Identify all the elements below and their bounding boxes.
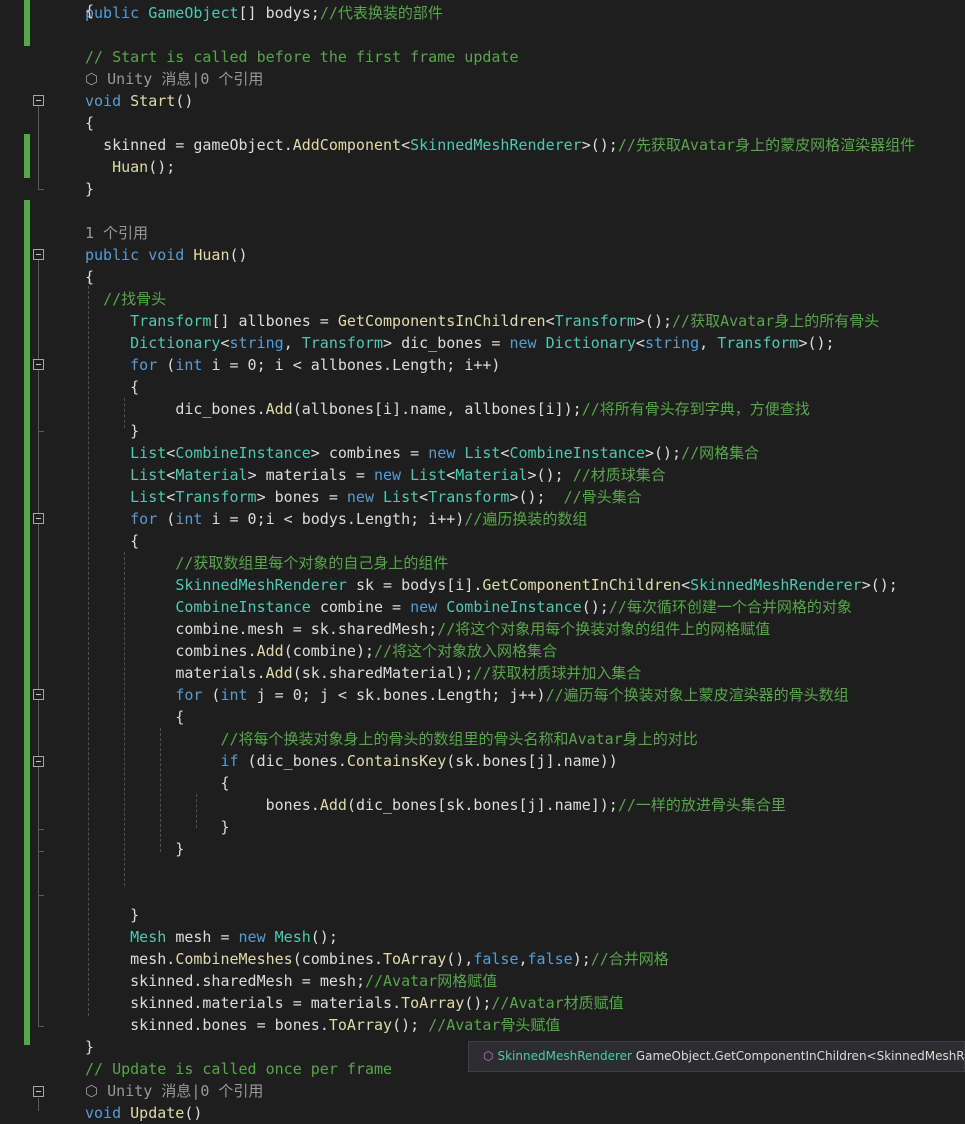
code-line[interactable]: List<CombineInstance> combines = new Lis… xyxy=(85,442,759,464)
code-line[interactable]: } xyxy=(85,838,184,860)
fold-line xyxy=(38,1098,39,1111)
code-line[interactable]: List<Transform> bones = new List<Transfo… xyxy=(85,486,642,508)
collapse-icon[interactable] xyxy=(33,1086,44,1097)
quickinfo-tooltip: ⬡ SkinnedMeshRenderer GameObject.GetCompo… xyxy=(468,1041,965,1072)
fold-end xyxy=(38,189,44,190)
fold-end xyxy=(38,895,44,896)
code-line[interactable]: skinned = gameObject.AddComponent<Skinne… xyxy=(85,134,915,156)
code-line[interactable]: { xyxy=(85,0,94,22)
code-line[interactable]: // Start is called before the first fram… xyxy=(85,46,518,68)
code-line[interactable]: Huan(); xyxy=(85,156,175,178)
code-line[interactable]: } xyxy=(85,904,139,926)
code-line[interactable]: ⬡ Unity 消息|0 个引用 xyxy=(85,68,263,90)
code-line[interactable]: dic_bones.Add(allbones[i].name, allbones… xyxy=(85,398,809,420)
collapse-icon[interactable] xyxy=(33,249,44,260)
code-line[interactable]: { xyxy=(85,112,94,134)
tooltip-member: GameObject.GetComponentInChildren<Skinne… xyxy=(635,1049,965,1063)
code-line[interactable]: { xyxy=(85,376,139,398)
code-line[interactable]: for (int i = 0; i < allbones.Length; i++… xyxy=(85,354,500,376)
code-line[interactable]: Mesh mesh = new Mesh(); xyxy=(85,926,338,948)
code-line[interactable]: combine.mesh = sk.sharedMesh;//将这个对象用每个换… xyxy=(85,618,770,640)
code-line[interactable]: { xyxy=(85,706,184,728)
code-line[interactable]: } xyxy=(85,178,94,200)
code-line[interactable]: skinned.materials = materials.ToArray();… xyxy=(85,992,624,1014)
code-line[interactable]: SkinnedMeshRenderer sk = bodys[i].GetCom… xyxy=(85,574,898,596)
code-line[interactable]: //找骨头 xyxy=(85,288,166,310)
fold-end xyxy=(38,1026,44,1027)
collapse-icon[interactable] xyxy=(33,95,44,106)
collapse-icon[interactable] xyxy=(33,513,44,524)
unity-cube-icon: ⬡ xyxy=(85,70,99,88)
change-bar xyxy=(24,200,30,1045)
code-line[interactable]: materials.Add(sk.sharedMaterial);//获取材质球… xyxy=(85,662,641,684)
fold-line xyxy=(38,260,39,1027)
code-line[interactable]: bones.Add(dic_bones[sk.bones[j].name]);/… xyxy=(85,794,786,816)
code-line[interactable]: if (dic_bones.ContainsKey(sk.bones[j].na… xyxy=(85,750,617,772)
code-line[interactable]: mesh.CombineMeshes(combines.ToArray(),fa… xyxy=(85,948,669,970)
code-line[interactable]: //将每个换装对象身上的骨头的数组里的骨头名称和Avatar身上的对比 xyxy=(85,728,697,750)
code-line[interactable]: skinned.bones = bones.ToArray(); //Avata… xyxy=(85,1014,560,1036)
code-line[interactable]: } xyxy=(85,816,229,838)
code-line[interactable]: public GameObject[] bodys;//代表换装的部件 xyxy=(85,2,443,24)
code-line[interactable]: skinned.sharedMesh = mesh;//Avatar网格赋值 xyxy=(85,970,497,992)
code-line[interactable]: for (int i = 0;i < bodys.Length; i++)//遍… xyxy=(85,508,587,530)
code-line[interactable]: combines.Add(combine);//将这个对象放入网格集合 xyxy=(85,640,557,662)
code-line[interactable]: for (int j = 0; j < sk.bones.Length; j++… xyxy=(85,684,848,706)
code-editor[interactable]: public GameObject[] bodys;//代表换装的部件 // St… xyxy=(0,0,965,1122)
collapse-icon[interactable] xyxy=(33,756,44,767)
fold-end xyxy=(38,431,44,432)
unity-cube-icon: ⬡ xyxy=(85,1082,99,1100)
code-line[interactable]: //获取数组里每个对象的自己身上的组件 xyxy=(85,552,448,574)
code-line[interactable]: } xyxy=(85,420,139,442)
fold-line xyxy=(38,106,39,190)
change-bar xyxy=(24,134,30,178)
fold-end xyxy=(38,851,44,852)
code-line[interactable]: void Update() xyxy=(85,1102,202,1124)
method-icon: ⬡ xyxy=(483,1049,494,1063)
fold-end xyxy=(38,829,44,830)
code-line[interactable]: ⬡ Unity 消息|0 个引用 xyxy=(85,1080,263,1102)
code-line[interactable]: Dictionary<string, Transform> dic_bones … xyxy=(85,332,834,354)
code-line[interactable]: List<Material> materials = new List<Mate… xyxy=(85,464,666,486)
collapse-icon[interactable] xyxy=(33,689,44,700)
code-line[interactable]: { xyxy=(85,530,139,552)
code-line[interactable]: // Update is called once per frame xyxy=(85,1058,392,1080)
code-line[interactable]: public void Huan() xyxy=(85,244,248,266)
code-line[interactable]: void Start() xyxy=(85,90,193,112)
code-line[interactable]: } xyxy=(85,1036,94,1058)
code-line[interactable]: 1 个引用 xyxy=(85,222,148,244)
code-line[interactable]: CombineInstance combine = new CombineIns… xyxy=(85,596,852,618)
change-bar xyxy=(24,0,30,46)
tooltip-type: SkinnedMeshRenderer xyxy=(497,1049,632,1063)
code-line[interactable]: { xyxy=(85,772,229,794)
code-line[interactable]: Transform[] allbones = GetComponentsInCh… xyxy=(85,310,879,332)
code-line[interactable]: { xyxy=(85,266,94,288)
collapse-icon[interactable] xyxy=(33,359,44,370)
